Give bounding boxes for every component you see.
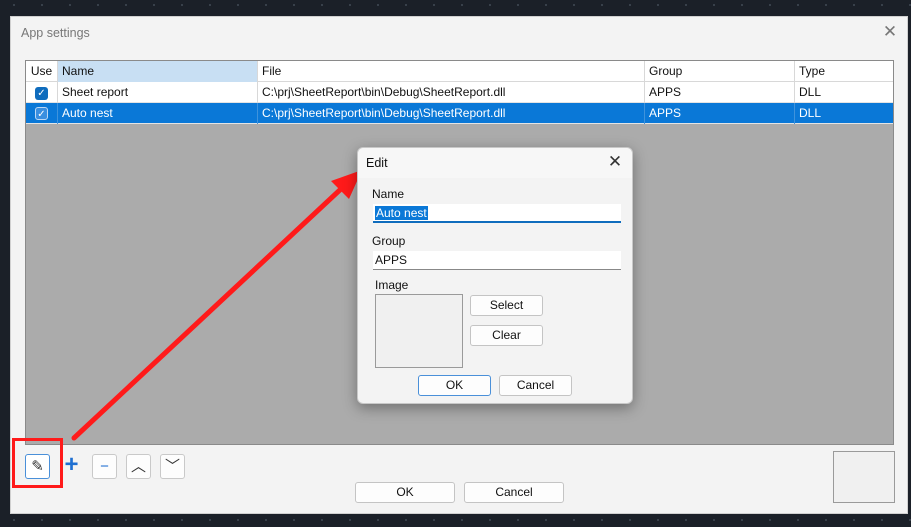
- name-label: Name: [372, 187, 405, 201]
- minus-icon: −: [100, 458, 109, 475]
- table-row[interactable]: ✓ Sheet report C:\prj\SheetReport\bin\De…: [26, 82, 893, 103]
- chevron-down-icon: ﹀: [164, 458, 180, 475]
- image-label: Image: [375, 278, 409, 292]
- dialog-title: Edit: [366, 156, 388, 170]
- ok-button[interactable]: OK: [355, 482, 455, 503]
- grid-header: Use Name File Group Type: [26, 61, 893, 82]
- column-header-group[interactable]: Group: [645, 61, 795, 82]
- dialog-close-icon[interactable]: ✕: [604, 151, 626, 173]
- column-header-use[interactable]: Use: [26, 61, 58, 82]
- dialog-ok-button[interactable]: OK: [418, 375, 491, 396]
- use-checkbox[interactable]: ✓: [35, 87, 48, 100]
- group-cell: APPS: [645, 82, 795, 103]
- red-highlight-box: [12, 438, 63, 488]
- image-box[interactable]: [375, 294, 463, 368]
- chevron-up-icon: ︿: [130, 458, 146, 475]
- clear-image-button[interactable]: Clear: [470, 325, 543, 346]
- file-cell: C:\prj\SheetReport\bin\Debug\SheetReport…: [258, 82, 645, 103]
- move-up-button[interactable]: ︿: [126, 454, 151, 479]
- window-close-icon[interactable]: ✕: [879, 21, 901, 43]
- group-cell: APPS: [645, 103, 795, 124]
- desktop-dots-bottom: [0, 515, 911, 527]
- name-field-value: Auto nest: [375, 206, 428, 220]
- type-cell: DLL: [799, 106, 822, 120]
- column-header-name[interactable]: Name: [58, 61, 258, 82]
- type-cell: DLL: [799, 85, 822, 99]
- use-checkbox[interactable]: ✓: [35, 107, 48, 120]
- group-label: Group: [372, 234, 406, 248]
- table-row-selected[interactable]: ✓ Auto nest C:\prj\SheetReport\bin\Debug…: [26, 103, 893, 124]
- dialog-cancel-button[interactable]: Cancel: [499, 375, 572, 396]
- group-field[interactable]: APPS: [373, 251, 621, 270]
- select-image-button[interactable]: Select: [470, 295, 543, 316]
- cancel-button[interactable]: Cancel: [464, 482, 564, 503]
- name-field[interactable]: Auto nest: [373, 204, 621, 223]
- window-title: App settings: [21, 26, 90, 40]
- remove-button[interactable]: −: [92, 454, 117, 479]
- use-cell: ✓: [26, 82, 58, 103]
- edit-dialog: Edit ✕ Name Auto nest Group APPS Image S…: [357, 147, 633, 404]
- column-header-type[interactable]: Type: [795, 61, 893, 82]
- name-cell: Auto nest: [58, 103, 258, 124]
- file-cell: C:\prj\SheetReport\bin\Debug\SheetReport…: [258, 103, 645, 124]
- use-cell: ✓: [26, 103, 58, 124]
- plus-icon: +: [64, 451, 79, 478]
- move-down-button[interactable]: ﹀: [160, 454, 185, 479]
- name-cell: Sheet report: [58, 82, 258, 103]
- column-header-file[interactable]: File: [258, 61, 645, 82]
- desktop-dots-top: [0, 0, 911, 12]
- image-preview: [833, 451, 895, 503]
- dialog-title-bar: Edit ✕: [358, 148, 632, 178]
